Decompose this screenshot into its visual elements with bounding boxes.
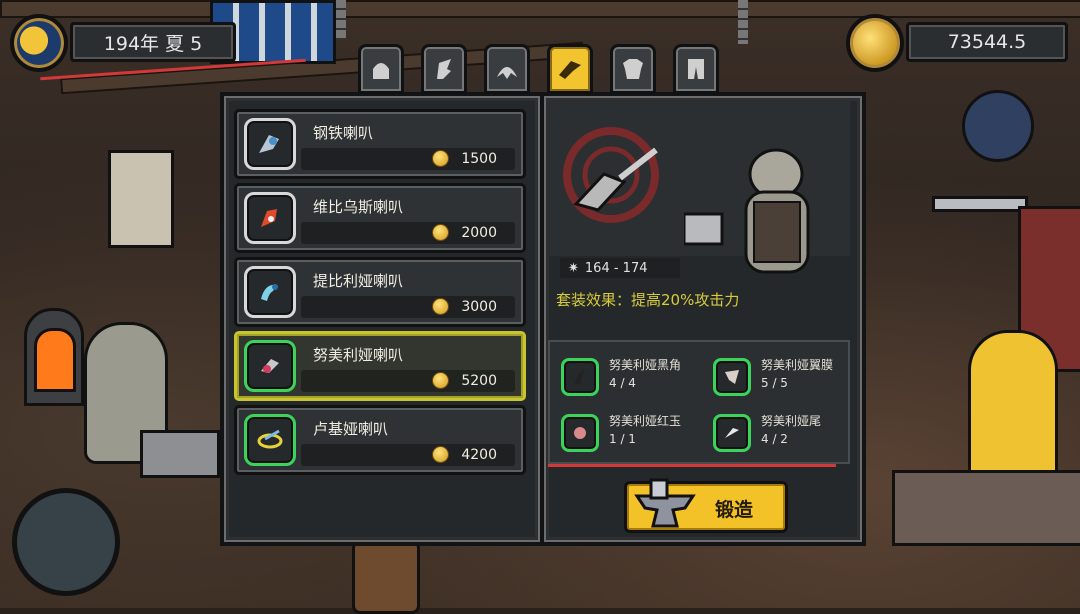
item-price: 1500 — [461, 151, 497, 167]
list-item[interactable]: 维比乌斯喇叭 2000 — [234, 183, 526, 253]
chestplate-icon — [623, 59, 643, 79]
wing-membrane-icon — [725, 370, 739, 384]
set-effect-text: 套装效果：提高20%攻击力 — [556, 291, 740, 309]
shoulder-armor-icon — [437, 59, 451, 79]
gold-coin-icon — [432, 298, 449, 315]
helmet-icon — [373, 63, 389, 79]
damage-range: ✷ 164 - 174 — [560, 258, 680, 278]
anvil — [140, 430, 220, 478]
gold-coin-icon — [432, 224, 449, 241]
material-slot[interactable]: 努美利娅红玉 1 / 1 — [561, 412, 691, 458]
damage-icon: ✷ — [568, 260, 579, 276]
item-price: 4200 — [461, 447, 497, 463]
tab-horn[interactable] — [547, 44, 593, 94]
list-item[interactable]: 卢基娅喇叭 4200 — [234, 405, 526, 475]
item-name: 钢铁喇叭 — [313, 124, 374, 142]
numeria-horn-icon — [261, 359, 279, 373]
walrus-blacksmith-portrait — [684, 148, 810, 274]
forge-button[interactable]: 锻造 — [624, 478, 788, 533]
material-count: 1 / 1 — [609, 432, 636, 446]
material-name: 努美利娅黑角 — [609, 358, 682, 372]
gold-coin-icon — [846, 14, 904, 72]
material-thumbnail — [713, 358, 751, 396]
material-name: 努美利娅尾 — [761, 414, 822, 428]
item-thumbnail — [244, 266, 296, 318]
materials-underline — [548, 464, 836, 467]
furnace-fire — [34, 328, 76, 392]
material-name: 努美利娅红玉 — [609, 414, 682, 428]
roof-beam — [0, 0, 1080, 18]
item-name: 努美利娅喇叭 — [313, 346, 404, 364]
gold-coin-icon — [432, 446, 449, 463]
wall-portrait — [108, 150, 174, 248]
yellow-boiler — [968, 330, 1058, 486]
lucia-horn-icon — [257, 429, 283, 449]
item-name: 维比乌斯喇叭 — [313, 198, 404, 216]
material-thumbnail — [561, 414, 599, 452]
workbench — [892, 470, 1080, 546]
gold-display: 73544.5 — [906, 22, 1068, 62]
date-text: 194年 夏 5 — [103, 32, 203, 55]
category-tabs — [358, 44, 719, 94]
red-jade-icon — [574, 427, 586, 439]
tab-legs[interactable] — [673, 44, 719, 94]
vibius-horn-icon — [261, 209, 277, 227]
tab-claw[interactable] — [484, 44, 530, 94]
anvil-icon — [634, 478, 696, 528]
leg-armor-icon — [688, 59, 704, 79]
tab-shoulder[interactable] — [421, 44, 467, 94]
hanging-chain — [738, 0, 748, 44]
material-slot[interactable]: 努美利娅黑角 4 / 4 — [561, 356, 691, 402]
tiberia-horn-icon — [261, 284, 278, 301]
barrel — [352, 540, 420, 614]
tab-chestplate[interactable] — [610, 44, 656, 94]
item-thumbnail — [244, 192, 296, 244]
date-display: 194年 夏 5 — [70, 22, 236, 62]
item-price: 5200 — [461, 373, 497, 389]
town-minimap-icon[interactable] — [12, 488, 120, 596]
moon-sun-icon — [10, 14, 68, 72]
material-thumbnail — [713, 414, 751, 452]
list-item-selected[interactable]: 努美利娅喇叭 5200 — [234, 331, 526, 401]
numeria-horn-preview-icon — [573, 147, 658, 212]
list-item[interactable]: 钢铁喇叭 1500 — [234, 109, 526, 179]
tail-icon — [725, 428, 739, 438]
item-name: 提比利娅喇叭 — [313, 272, 404, 290]
tab-helmet[interactable] — [358, 44, 404, 94]
list-item[interactable]: 提比利娅喇叭 3000 — [234, 257, 526, 327]
material-count: 4 / 2 — [761, 432, 788, 446]
wall-swords — [932, 196, 1028, 212]
material-slot[interactable]: 努美利娅尾 4 / 2 — [713, 412, 843, 458]
steel-horn-icon — [259, 135, 279, 153]
material-count: 4 / 4 — [609, 376, 636, 390]
gold-coin-icon — [432, 372, 449, 389]
material-thumbnail — [561, 358, 599, 396]
item-price: 3000 — [461, 299, 497, 315]
gold-amount: 73544.5 — [947, 31, 1027, 53]
claw-icon — [497, 67, 517, 79]
item-name: 卢基娅喇叭 — [313, 420, 389, 438]
item-thumbnail — [244, 118, 296, 170]
horn-icon — [559, 61, 581, 79]
item-thumbnail — [244, 340, 296, 392]
material-slot[interactable]: 努美利娅翼膜 5 / 5 — [713, 356, 843, 402]
hanging-chain — [336, 0, 346, 40]
item-thumbnail — [244, 414, 296, 466]
material-count: 5 / 5 — [761, 376, 788, 390]
forge-label: 锻造 — [715, 499, 754, 521]
damage-value: 164 - 174 — [584, 260, 648, 276]
black-horn-icon — [575, 370, 585, 384]
gold-coin-icon — [432, 150, 449, 167]
item-price: 2000 — [461, 225, 497, 241]
wall-shield-emblem — [962, 90, 1034, 162]
material-name: 努美利娅翼膜 — [761, 358, 834, 372]
